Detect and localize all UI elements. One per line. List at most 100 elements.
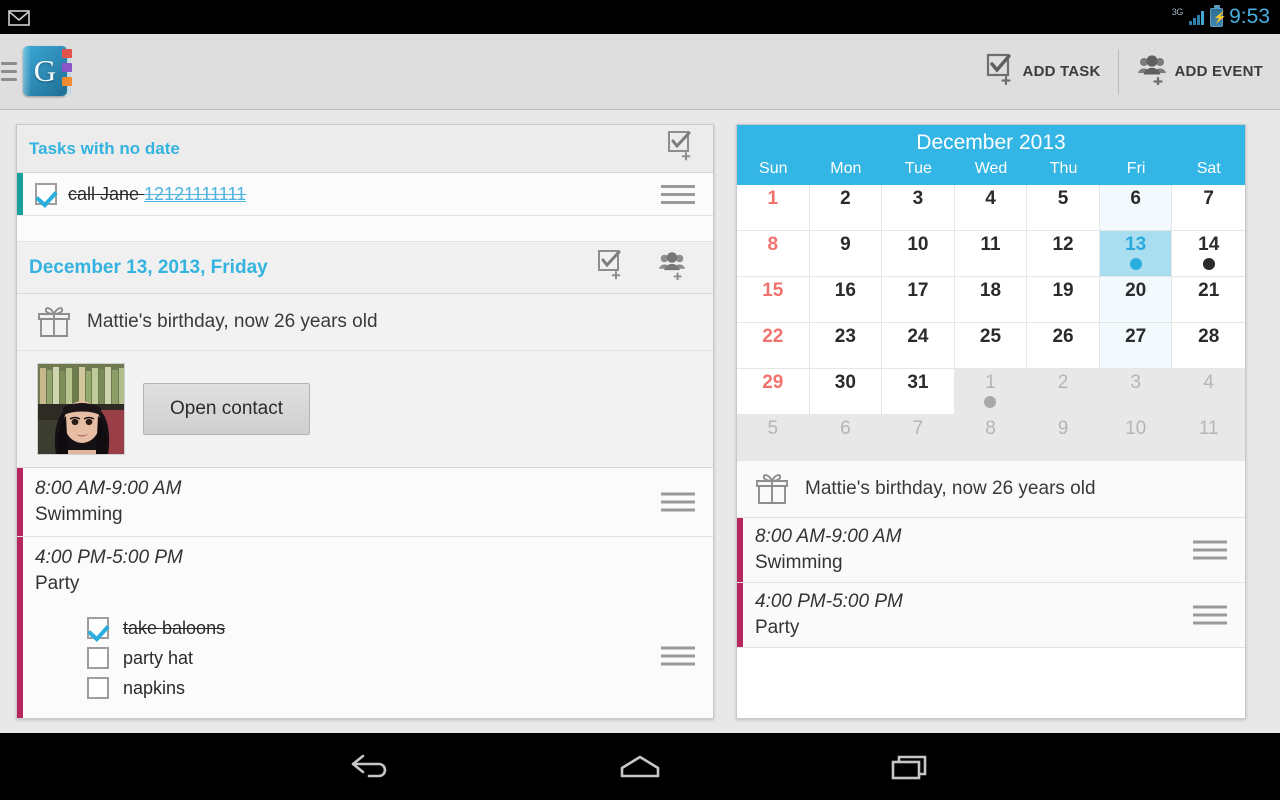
calendar-day-cell[interactable]: 14 [1172, 231, 1245, 277]
calendar-day-cell[interactable]: 12 [1027, 231, 1100, 277]
weekday-label: Sat [1196, 160, 1221, 177]
subtask-item[interactable]: take baloons [35, 613, 699, 643]
drag-handle-icon[interactable] [661, 646, 695, 666]
section-spacer [17, 216, 713, 242]
add-event-icon[interactable] [657, 250, 687, 285]
subtask-checkbox[interactable] [87, 647, 109, 669]
subtask-item[interactable]: napkins [35, 673, 699, 703]
event-time: 4:00 PM-5:00 PM [35, 547, 183, 568]
drag-handle-icon[interactable] [661, 184, 695, 204]
recent-apps-icon[interactable] [880, 743, 940, 791]
task-checkbox[interactable] [35, 183, 57, 205]
calendar-day-cell[interactable]: 3 [1099, 369, 1173, 415]
task-row[interactable]: call Jane 12121111111 [17, 173, 713, 216]
calendar-day-cell[interactable]: 20 [1099, 277, 1173, 323]
calendar-day-number: 12 [1052, 234, 1074, 255]
calendar-day-cell[interactable]: 8 [954, 415, 1028, 461]
drawer-grip-icon[interactable] [1, 62, 17, 81]
add-task-icon[interactable] [597, 250, 625, 285]
subtask-checkbox[interactable] [87, 677, 109, 699]
contact-row: Open contact [17, 351, 713, 468]
calendar-day-cell[interactable]: 17 [882, 277, 955, 323]
subtask-label: party hat [123, 647, 194, 668]
calendar-day-cell[interactable]: 9 [809, 231, 883, 277]
event-row[interactable]: 8:00 AM-9:00 AM Swimming [17, 468, 713, 537]
calendar-day-cell[interactable]: 19 [1027, 277, 1100, 323]
open-contact-button[interactable]: Open contact [143, 383, 311, 435]
subtask-checkbox[interactable] [87, 617, 109, 639]
drag-handle-icon[interactable] [661, 492, 695, 512]
event-name: Swimming [35, 504, 123, 525]
calendar-day-number: 10 [1125, 418, 1147, 439]
calendar-day-cell[interactable]: 25 [954, 323, 1028, 369]
calendar-day-cell[interactable]: 13 [1099, 231, 1173, 277]
calendar-day-number: 7 [1203, 188, 1214, 209]
birthday-row[interactable]: Mattie's birthday, now 26 years old [737, 461, 1245, 518]
battery-charging-icon: ⚡ [1210, 4, 1227, 27]
calendar-day-cell[interactable]: 4 [954, 185, 1028, 231]
calendar-day-number: 5 [767, 418, 779, 439]
calendar-day-cell[interactable]: 3 [882, 185, 955, 231]
calendar-day-cell[interactable]: 8 [737, 231, 810, 277]
calendar-event-dot [984, 396, 997, 408]
calendar-day-cell[interactable]: 2 [1027, 369, 1100, 415]
android-nav-bar [0, 733, 1280, 800]
calendar-day-cell[interactable]: 23 [809, 323, 883, 369]
calendar-day-cell[interactable]: 18 [954, 277, 1028, 323]
add-task-button[interactable]: ADD TASK [969, 44, 1118, 100]
calendar-day-cell[interactable]: 11 [954, 231, 1028, 277]
calendar-day-cell[interactable]: 5 [737, 415, 810, 461]
app-logo-icon[interactable]: G [21, 44, 75, 100]
calendar-day-cell[interactable]: 10 [1099, 415, 1173, 461]
birthday-text: Mattie's birthday, now 26 years old [805, 478, 1096, 499]
date-section-title: December 13, 2013, Friday [29, 256, 268, 278]
calendar-day-cell[interactable]: 5 [1027, 185, 1100, 231]
event-row[interactable]: 8:00 AM-9:00 AM Swimming [737, 518, 1245, 583]
calendar-day-number: 22 [762, 326, 784, 347]
calendar-day-cell[interactable]: 4 [1172, 369, 1245, 415]
calendar-day-cell[interactable]: 27 [1099, 323, 1173, 369]
calendar-day-number: 14 [1198, 234, 1220, 255]
home-icon[interactable] [610, 743, 670, 791]
calendar-day-number: 4 [1203, 372, 1214, 393]
gift-icon [755, 473, 789, 505]
calendar-day-cell[interactable]: 9 [1027, 415, 1100, 461]
calendar-day-cell[interactable]: 6 [1099, 185, 1173, 231]
event-row[interactable]: 4:00 PM-5:00 PM Party [737, 583, 1245, 648]
contact-avatar[interactable] [37, 363, 125, 455]
calendar-day-cell[interactable]: 31 [882, 369, 955, 415]
calendar-day-cell[interactable]: 10 [882, 231, 955, 277]
calendar-day-cell[interactable]: 7 [882, 415, 955, 461]
calendar-day-cell[interactable]: 22 [737, 323, 810, 369]
calendar-day-cell[interactable]: 29 [737, 369, 810, 415]
subtask-item[interactable]: party hat [35, 643, 699, 673]
calendar-day-number: 27 [1125, 326, 1147, 347]
calendar-day-number: 11 [1198, 418, 1219, 439]
calendar-month-title[interactable]: December 2013 [737, 125, 1245, 160]
drag-handle-icon[interactable] [1193, 540, 1227, 560]
event-time: 8:00 AM-9:00 AM [755, 526, 902, 547]
calendar-day-number: 30 [834, 372, 856, 393]
calendar-day-cell[interactable]: 15 [737, 277, 810, 323]
calendar-day-cell[interactable]: 16 [809, 277, 883, 323]
task-phone-link[interactable]: 12121111111 [144, 184, 246, 204]
calendar-day-cell[interactable]: 21 [1172, 277, 1245, 323]
calendar-day-cell[interactable]: 6 [809, 415, 883, 461]
calendar-day-cell[interactable]: 26 [1027, 323, 1100, 369]
event-subtask-list: take baloons party hat napkins [35, 613, 699, 703]
calendar-day-cell[interactable]: 2 [809, 185, 883, 231]
calendar-day-cell[interactable]: 11 [1172, 415, 1245, 461]
drag-handle-icon[interactable] [1193, 605, 1227, 625]
event-row[interactable]: 4:00 PM-5:00 PM Party take baloons party… [17, 537, 713, 718]
calendar-day-cell[interactable]: 7 [1172, 185, 1245, 231]
back-arrow-icon[interactable] [340, 743, 400, 791]
calendar-day-cell[interactable]: 1 [737, 185, 810, 231]
birthday-row[interactable]: Mattie's birthday, now 26 years old [17, 294, 713, 351]
calendar-day-cell[interactable]: 30 [809, 369, 883, 415]
add-event-button[interactable]: ADD EVENT [1119, 44, 1280, 100]
calendar-day-cell[interactable]: 28 [1172, 323, 1245, 369]
calendar-day-cell[interactable]: 1 [954, 369, 1028, 415]
add-task-icon[interactable] [667, 131, 695, 166]
calendar-event-dot [1129, 258, 1142, 270]
calendar-day-cell[interactable]: 24 [882, 323, 955, 369]
